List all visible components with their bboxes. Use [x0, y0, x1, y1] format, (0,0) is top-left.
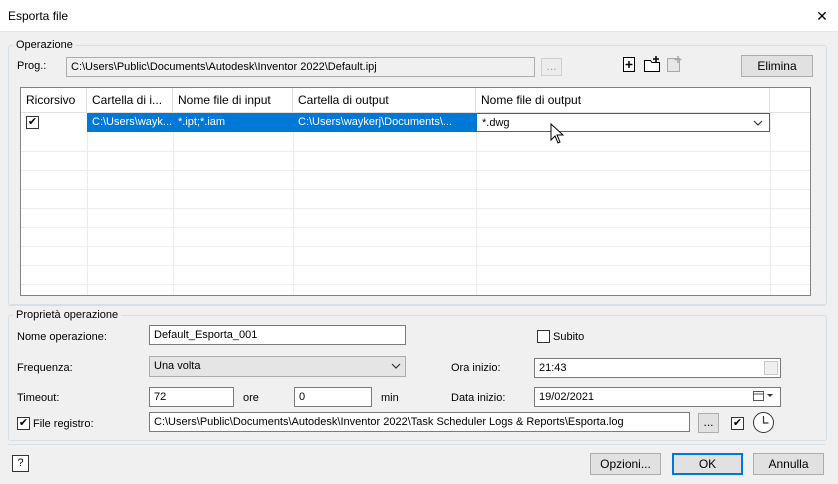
project-path-field: C:\Users\Public\Documents\Autodesk\Inven… — [66, 57, 535, 77]
recursive-checkbox[interactable]: ✔ — [26, 116, 39, 129]
column-header-output-folder[interactable]: Cartella di output — [293, 88, 476, 112]
close-icon[interactable]: ✕ — [812, 6, 832, 26]
table-row[interactable]: ✔ C:\Users\wayk... *.ipt;*.iam C:\Users\… — [21, 113, 810, 132]
properties-legend: Proprietà operazione — [13, 309, 122, 321]
delete-button[interactable]: Elimina — [741, 55, 813, 77]
input-names-cell[interactable]: *.ipt;*.iam — [173, 113, 293, 132]
log-browse-button[interactable]: ... — [698, 413, 719, 433]
timeout-hours-input[interactable]: 72 — [149, 387, 234, 407]
operation-legend: Operazione — [13, 39, 76, 51]
frequency-value: Una volta — [154, 360, 201, 372]
start-time-value: 21:43 — [539, 362, 567, 374]
ok-button[interactable]: OK — [672, 453, 743, 475]
calendar-icon[interactable] — [752, 389, 776, 406]
options-button[interactable]: Opzioni... — [590, 453, 661, 475]
log-enable-checkbox[interactable]: ✔ — [731, 417, 744, 430]
cancel-button[interactable]: Annulla — [753, 453, 824, 475]
add-folder-icon[interactable] — [643, 55, 662, 73]
input-folder-cell[interactable]: C:\Users\wayk... — [87, 113, 173, 132]
start-date-label: Data inizio: — [451, 392, 506, 404]
timeout-minutes-input[interactable]: 0 — [294, 387, 372, 407]
subito-checkbox[interactable] — [537, 330, 550, 343]
window-title: Esporta file — [8, 9, 69, 23]
log-file-checkbox[interactable]: ✔ — [17, 417, 30, 430]
chevron-down-icon[interactable] — [753, 114, 763, 131]
operation-name-label: Nome operazione: — [17, 331, 107, 343]
column-header-recursive[interactable]: Ricorsivo — [21, 88, 87, 112]
minutes-label: min — [381, 392, 399, 404]
chevron-down-icon — [391, 360, 401, 375]
output-name-value: *.dwg — [482, 117, 510, 129]
log-file-label: File registro: — [33, 418, 94, 430]
start-date-value: 19/02/2021 — [539, 391, 595, 403]
start-time-label: Ora inizio: — [451, 362, 501, 374]
copy-operation-icon[interactable] — [666, 55, 684, 73]
timeout-label: Timeout: — [17, 392, 60, 404]
column-header-input-folder[interactable]: Cartella di i... — [87, 88, 173, 112]
output-folder-cell[interactable]: C:\Users\waykerj\Documents\... — [293, 113, 476, 132]
frequency-select[interactable]: Una volta — [149, 356, 406, 377]
column-header-input-names[interactable]: Nome file di input — [173, 88, 293, 112]
log-file-path-input[interactable]: C:\Users\Public\Documents\Autodesk\Inven… — [149, 412, 690, 432]
clock-icon[interactable] — [752, 411, 775, 437]
help-icon[interactable]: ? — [12, 455, 29, 472]
operations-table: Ricorsivo Cartella di i... Nome file di … — [20, 87, 811, 296]
hours-label: ore — [243, 392, 259, 404]
time-spin-icon[interactable] — [764, 361, 778, 375]
title-bar: Esporta file ✕ — [0, 0, 838, 32]
subito-label: Subito — [553, 331, 585, 343]
mouse-cursor-icon — [550, 122, 565, 148]
help-glyph: ? — [17, 457, 24, 469]
output-name-dropdown[interactable]: *.dwg — [476, 113, 770, 132]
start-date-input[interactable]: 19/02/2021 — [534, 387, 781, 407]
add-operation-icon[interactable] — [621, 56, 638, 73]
prog-label: Prog.: — [17, 60, 47, 72]
frequency-label: Frequenza: — [17, 362, 73, 374]
start-time-input[interactable]: 21:43 — [534, 358, 781, 378]
project-browse-button[interactable]: ... — [541, 58, 562, 76]
table-header: Ricorsivo Cartella di i... Nome file di … — [21, 88, 810, 113]
operation-name-input[interactable]: Default_Esporta_001 — [149, 325, 406, 345]
column-header-output-name[interactable]: Nome file di output — [476, 88, 770, 112]
